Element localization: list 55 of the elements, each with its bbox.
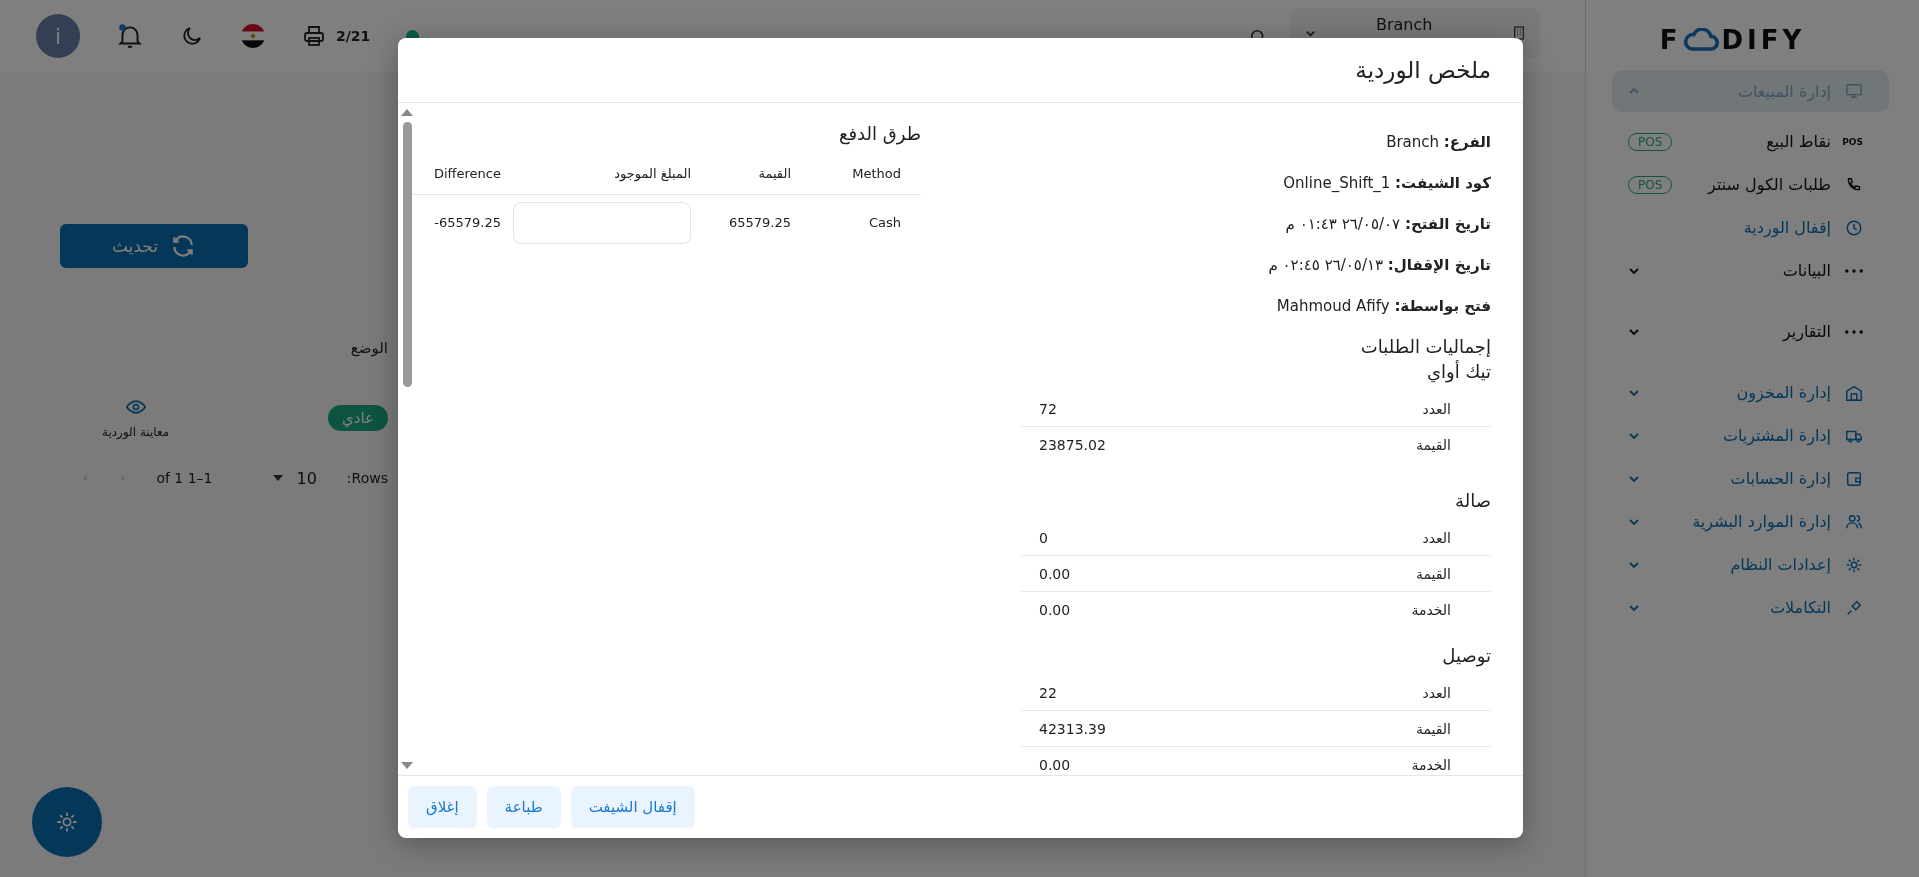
page-range: of 1 1–1 (156, 470, 213, 486)
section-heading: إجماليات الطلبات (1359, 336, 1491, 357)
table-cell: الخدمة (1411, 601, 1451, 618)
logo-text: DIFY (1721, 25, 1806, 55)
table-cell: 42313.39 (1039, 720, 1106, 737)
status-badge: عادي (328, 405, 388, 431)
info-line: تاريخ الإقفال: ٢٦/٠٥/١٣ ٠٢:٤٥ م (1267, 254, 1491, 276)
table-cell: العدد (1422, 400, 1451, 417)
table-cell-text: 65579.25 (727, 215, 791, 230)
preview-link[interactable]: معاينة الوردية (102, 397, 170, 439)
table-cell: 0 (1039, 529, 1048, 546)
table-cell-text: -65579.25 (433, 215, 501, 230)
nav-group-item[interactable]: التكاملات (1612, 586, 1889, 629)
table-cell: القيمة (1415, 436, 1451, 453)
order-type-title: صالة (1454, 490, 1491, 513)
order-type-title: توصيل (1441, 645, 1491, 669)
pos-icon: POS (1845, 136, 1863, 147)
column-header: Method (851, 165, 902, 181)
section-heading: طرق الدفع (837, 123, 921, 144)
nav-group-item[interactable]: التقارير (1612, 310, 1889, 353)
refresh-button[interactable]: تحديث (60, 224, 248, 268)
order-counter: 2/21 (336, 28, 371, 44)
column-header: القيمة (757, 165, 791, 181)
avatar[interactable]: i (36, 14, 80, 58)
table-cell: 22 (1039, 684, 1057, 701)
order-type-title: تيك أواي (1425, 361, 1491, 385)
rows-per-page-label: :Rows (346, 470, 388, 486)
table-cell: العدد (1422, 529, 1451, 546)
logo-text: F (1659, 25, 1682, 55)
info-line: تاريخ الفتح: ٢٦/٠٥/٠٧ ٠١:٤٣ م (1284, 213, 1491, 235)
dialog-title: ملخص الوردية (398, 38, 1523, 103)
table-cell: العدد (1422, 684, 1451, 701)
nav-group-item[interactable]: إدارة الموارد البشرية (1612, 500, 1889, 543)
table-cell: 72 (1039, 400, 1057, 417)
nav-group-item[interactable]: إدارة المخزون (1612, 371, 1889, 414)
table-cell: القيمة (1415, 565, 1451, 582)
dialog-button[interactable]: إغلاق (408, 786, 477, 828)
nav-group-item[interactable]: البيانات (1612, 249, 1889, 292)
dialog-button[interactable]: إقفال الشيفت (570, 786, 695, 828)
table-cell: 0.00 (1039, 601, 1071, 618)
dialog-button[interactable]: طباعة (486, 786, 561, 828)
table-cell: الخدمة (1411, 756, 1451, 773)
nav-group-item[interactable]: إعدادات النظام (1612, 543, 1889, 586)
nav-item[interactable]: إقفال الوردية (1612, 206, 1889, 249)
table-cell: 23875.02 (1039, 436, 1106, 453)
table-cell: 0.00 (1039, 756, 1071, 773)
table-cell: 0.00 (1039, 565, 1071, 582)
column-header: المبلغ الموجود (613, 165, 691, 181)
rows-per-page-select[interactable]: 10 (272, 468, 317, 488)
table-cell-text: Cash (867, 215, 902, 230)
nav-group-item[interactable]: إدارة الحسابات (1612, 457, 1889, 500)
column-header: الوضع (350, 339, 388, 357)
column-header: Difference (432, 165, 501, 181)
table-cell: القيمة (1415, 720, 1451, 737)
nav-group-item[interactable]: إدارة المشتريات (1612, 414, 1889, 457)
